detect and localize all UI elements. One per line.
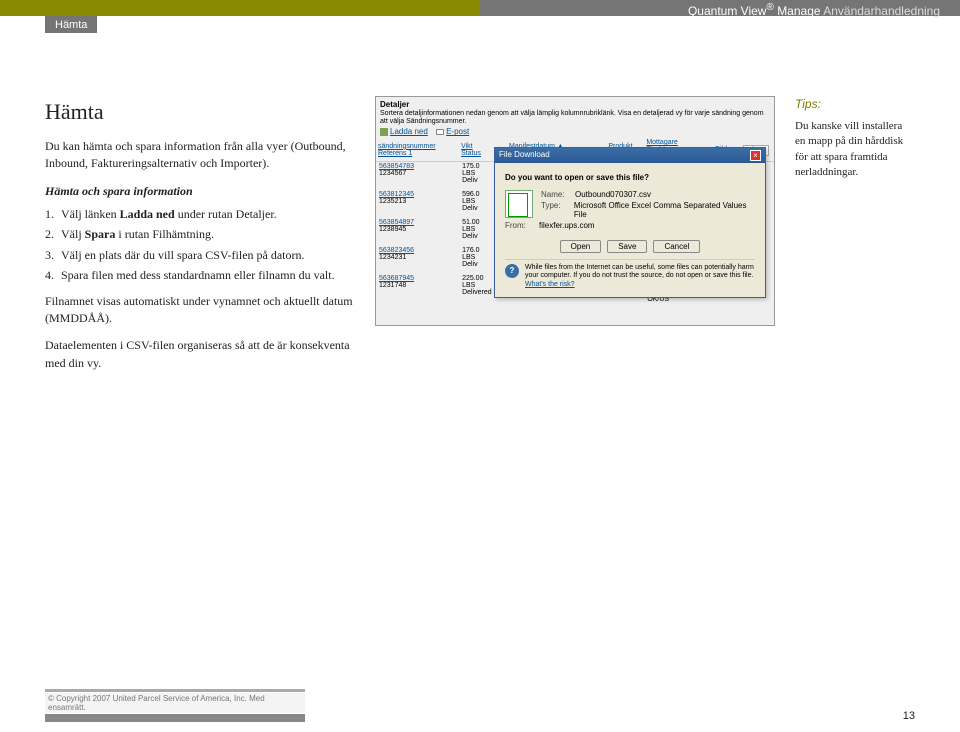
step-3: 3.Välj en plats där du vill spara CSV-fi… xyxy=(45,247,355,264)
intro-paragraph: Du kan hämta och spara information från … xyxy=(45,138,355,173)
file-download-dialog: File Download × Do you want to open or s… xyxy=(494,147,766,298)
tips-body: Du kanske vill installera en mapp på din… xyxy=(795,119,915,181)
email-icon xyxy=(436,129,444,135)
footer: © Copyright 2007 United Parcel Service o… xyxy=(0,689,960,722)
step-2: 2.Välj Spara i rutan Filhämtning. xyxy=(45,226,355,243)
epost-link[interactable]: E-post xyxy=(446,127,469,136)
doc-kind: Användarhandledning xyxy=(823,4,940,18)
name-label: Name: xyxy=(541,190,575,199)
close-icon[interactable]: × xyxy=(750,150,761,161)
tips-column: Tips: Du kanske vill installera en mapp … xyxy=(795,96,915,382)
type-value: Microsoft Office Excel Comma Separated V… xyxy=(574,201,755,219)
product-sub: Manage xyxy=(777,4,820,18)
detaljer-subtext: Sortera detaljinformationen nedan genom … xyxy=(380,110,770,125)
dialog-titlebar: File Download × xyxy=(495,148,765,163)
paragraph-filename: Filnamnet visas automatiskt under vynamn… xyxy=(45,293,355,328)
file-icon xyxy=(505,190,533,218)
info-icon: ? xyxy=(505,264,519,278)
product-name: Quantum View xyxy=(688,4,767,18)
tips-heading: Tips: xyxy=(795,96,915,113)
olive-stripe xyxy=(0,0,480,16)
dialog-warning: ? While files from the Internet can be u… xyxy=(505,259,755,289)
header-row: Hämta Quantum View® Manage Användarhandl… xyxy=(0,16,960,36)
screenshot-column: Detaljer Sortera detaljinformationen ned… xyxy=(375,96,775,382)
dialog-title: File Download xyxy=(499,150,550,161)
reg-mark: ® xyxy=(766,2,773,13)
download-icon xyxy=(380,128,388,136)
warning-text: While files from the Internet can be use… xyxy=(525,264,754,279)
step-1: 1.Välj länken Ladda ned under rutan Deta… xyxy=(45,206,355,223)
th-sandning[interactable]: sändningsnummerReferens 1 xyxy=(376,138,459,162)
detaljer-heading: Detaljer xyxy=(380,100,770,109)
type-label: Type: xyxy=(541,201,574,219)
copyright-text: © Copyright 2007 United Parcel Service o… xyxy=(45,693,305,713)
step-4: 4.Spara filen med dess standardnamn elle… xyxy=(45,267,355,284)
app-screenshot: Detaljer Sortera detaljinformationen ned… xyxy=(375,96,775,326)
from-label: From: xyxy=(505,221,539,230)
paragraph-csv: Dataelementen i CSV-filen organiseras så… xyxy=(45,337,355,372)
name-value: Outbound070307.csv xyxy=(575,190,651,199)
from-value: filexfer.ups.com xyxy=(539,221,595,230)
save-button[interactable]: Save xyxy=(607,240,647,253)
cancel-button[interactable]: Cancel xyxy=(653,240,700,253)
section-tab: Hämta xyxy=(45,16,97,33)
page-title: Hämta xyxy=(45,96,355,128)
open-button[interactable]: Open xyxy=(560,240,602,253)
copyright-box: © Copyright 2007 United Parcel Service o… xyxy=(45,689,305,722)
whats-the-risk-link[interactable]: What's the risk? xyxy=(525,281,575,288)
content-area: Hämta Du kan hämta och spara information… xyxy=(0,36,960,382)
ladda-ned-link[interactable]: Ladda ned xyxy=(390,127,428,136)
left-column: Hämta Du kan hämta och spara information… xyxy=(45,96,355,382)
action-links: Ladda ned E-post xyxy=(380,127,770,136)
doc-title: Quantum View® Manage Användarhandledning xyxy=(688,2,940,18)
dialog-question: Do you want to open or save this file? xyxy=(505,173,755,182)
dialog-buttons: Open Save Cancel xyxy=(505,240,755,253)
subheading: Hämta och spara information xyxy=(45,183,355,200)
page-number: 13 xyxy=(903,710,915,722)
